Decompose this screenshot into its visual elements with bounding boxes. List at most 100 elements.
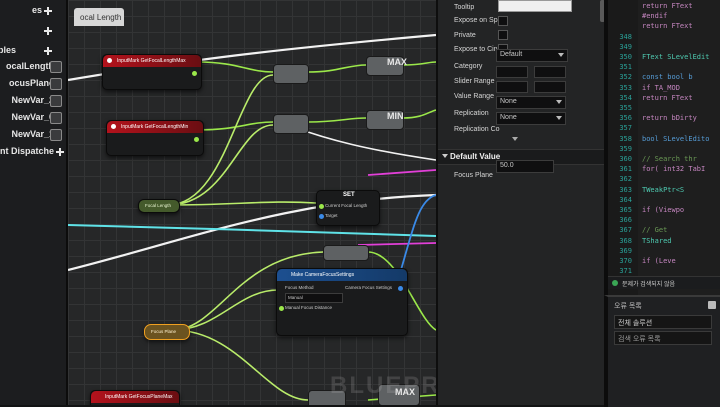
pin-icon[interactable] [708,301,716,309]
expose-spawn-checkbox[interactable] [498,16,508,26]
prop-slider-range-label: Slider Range [454,78,495,85]
section-row[interactable] [0,22,66,40]
add-icon[interactable] [44,47,52,55]
prop-replication-label: Replication [454,110,489,117]
code-line[interactable]: for( int32 TabI [642,165,705,173]
value-range-min-input[interactable] [496,81,528,93]
exec-pin-icon[interactable] [111,124,116,129]
node-title: Focus Plane [151,329,177,334]
node-title: Focal Length [145,203,172,208]
chevron-down-icon [558,53,564,57]
min-node[interactable]: MIN [366,110,404,130]
code-line[interactable]: if TA_MOD [642,84,680,92]
max-label: MAX [387,57,407,67]
line-number: 370 [619,257,632,265]
code-line[interactable]: TShared [642,237,672,245]
variable-type-icon[interactable] [50,61,62,73]
object-pin-icon[interactable] [319,214,324,219]
scope-dropdown[interactable]: 전체 솔루션 [614,315,712,329]
variable-type-icon[interactable] [50,112,62,124]
code-line[interactable]: return FText [642,22,693,30]
focus-plane-input[interactable]: 50.0 [496,160,554,173]
section-title: Default Value [450,152,501,161]
variable-type-icon[interactable] [50,129,62,141]
node-get-focus-plane-max[interactable]: InputMark GetFocusPlaneMax [90,390,180,405]
tooltip-input[interactable] [498,0,572,12]
add-icon[interactable] [56,148,64,156]
variable-focal-length[interactable]: ocalLength [0,58,66,76]
slider-range-min-input[interactable] [496,66,528,78]
variable-newvar-1[interactable]: NewVar_1 [0,126,66,144]
expand-arrow-icon[interactable] [512,137,518,141]
code-line[interactable]: // Search thr [642,155,697,163]
node-focal-length-variable[interactable]: Focal Length [138,199,180,213]
node-set[interactable]: SET Current Focal Length Target [316,190,380,226]
float-pin-icon[interactable] [194,137,199,142]
code-line[interactable]: return FText [642,94,693,102]
variable-type-icon[interactable] [50,78,62,90]
variable-newvar-0[interactable]: NewVar_0 [0,109,66,127]
node-focus-plane-variable[interactable]: Focus Plane [144,324,190,340]
node-title: Make CameraFocusSettings [277,269,407,281]
collapse-arrow-icon[interactable] [442,154,448,158]
code-editor[interactable]: return FText #endif return FText 348 349 350 F… [604,0,720,295]
graph-tab[interactable]: ocal Length [74,8,124,26]
code-line[interactable]: // Get [642,226,667,234]
search-error-list-input[interactable]: 검색 오류 목록 [614,331,712,345]
float-pin-icon[interactable] [192,71,197,76]
code-line[interactable]: FText SLevelEdit [642,53,709,61]
category-dropdown[interactable]: Default [496,49,568,62]
code-line[interactable]: const bool b [642,73,693,81]
slider-range-max-input[interactable] [534,66,566,78]
prop-focus-plane-label: Focus Plane [454,172,493,179]
dropdown-value: None [500,98,517,105]
line-number: 353 [619,83,632,92]
input-placeholder: 검색 오류 목록 [618,336,661,343]
code-line[interactable]: if (Viewpo [642,206,684,214]
line-number: 357 [619,124,632,133]
variable-newvar-2[interactable]: NewVar_2 [0,92,66,110]
line-number: 367 [619,226,632,235]
node-make-camera-focus-settings[interactable]: Make CameraFocusSettings Focus Method Ma… [276,268,408,336]
status-text: 문제가 검색되지 않음 [622,282,676,288]
struct-pin-icon[interactable] [398,286,403,291]
code-line[interactable]: return FText [642,2,693,10]
line-number: 359 [619,144,632,153]
dropdown-value: Manual [288,295,303,300]
line-number: 355 [619,104,632,112]
node-get-focal-length-min[interactable]: InputMark GetFocalLengthMin [106,120,204,156]
private-checkbox[interactable] [498,30,508,40]
reroute-node[interactable] [323,245,369,261]
add-icon[interactable] [44,7,52,15]
node-title: InputMark GetFocalLengthMin [107,121,203,133]
float-pin-icon[interactable] [279,306,284,311]
line-number: 369 [619,246,632,255]
line-number: 365 [619,206,632,214]
multiply-node[interactable] [273,64,309,84]
variables-row[interactable]: es [0,2,66,20]
float-pin-icon[interactable] [319,204,324,209]
tab-label: ocal Length [80,13,122,22]
node-get-focal-length-max[interactable]: InputMark GetFocalLengthMax [102,54,202,90]
variable-label: NewVar_0 [11,112,54,122]
line-number: 366 [619,216,632,225]
variable-type-icon[interactable] [50,95,62,107]
max-node[interactable]: MAX [366,56,407,76]
replication-dropdown[interactable]: None [496,96,566,109]
code-line[interactable]: #endif [642,12,667,20]
code-line[interactable]: TWeakPtr<S [642,186,684,194]
code-line[interactable]: if (Leve [642,257,676,265]
exec-pin-icon[interactable] [107,58,112,63]
replication-condition-dropdown[interactable]: None [496,112,566,125]
blueprint-graph[interactable]: InputMark GetFocalLengthMax InputMark Ge… [68,0,436,405]
variable-label: ocusPlane [8,78,54,88]
variable-focus-plane[interactable]: ocusPlane [0,75,66,93]
value-range-max-input[interactable] [534,81,566,93]
event-dispatchers-header[interactable]: nt Dispatche [0,143,66,161]
left-item-label: bles [0,45,16,55]
code-line[interactable]: bool SLevelEdito [642,135,709,143]
focus-method-dropdown[interactable]: Manual [285,293,343,303]
multiply-node[interactable] [273,114,309,134]
code-line[interactable]: return bDirty [642,114,697,122]
add-icon[interactable] [44,27,52,35]
